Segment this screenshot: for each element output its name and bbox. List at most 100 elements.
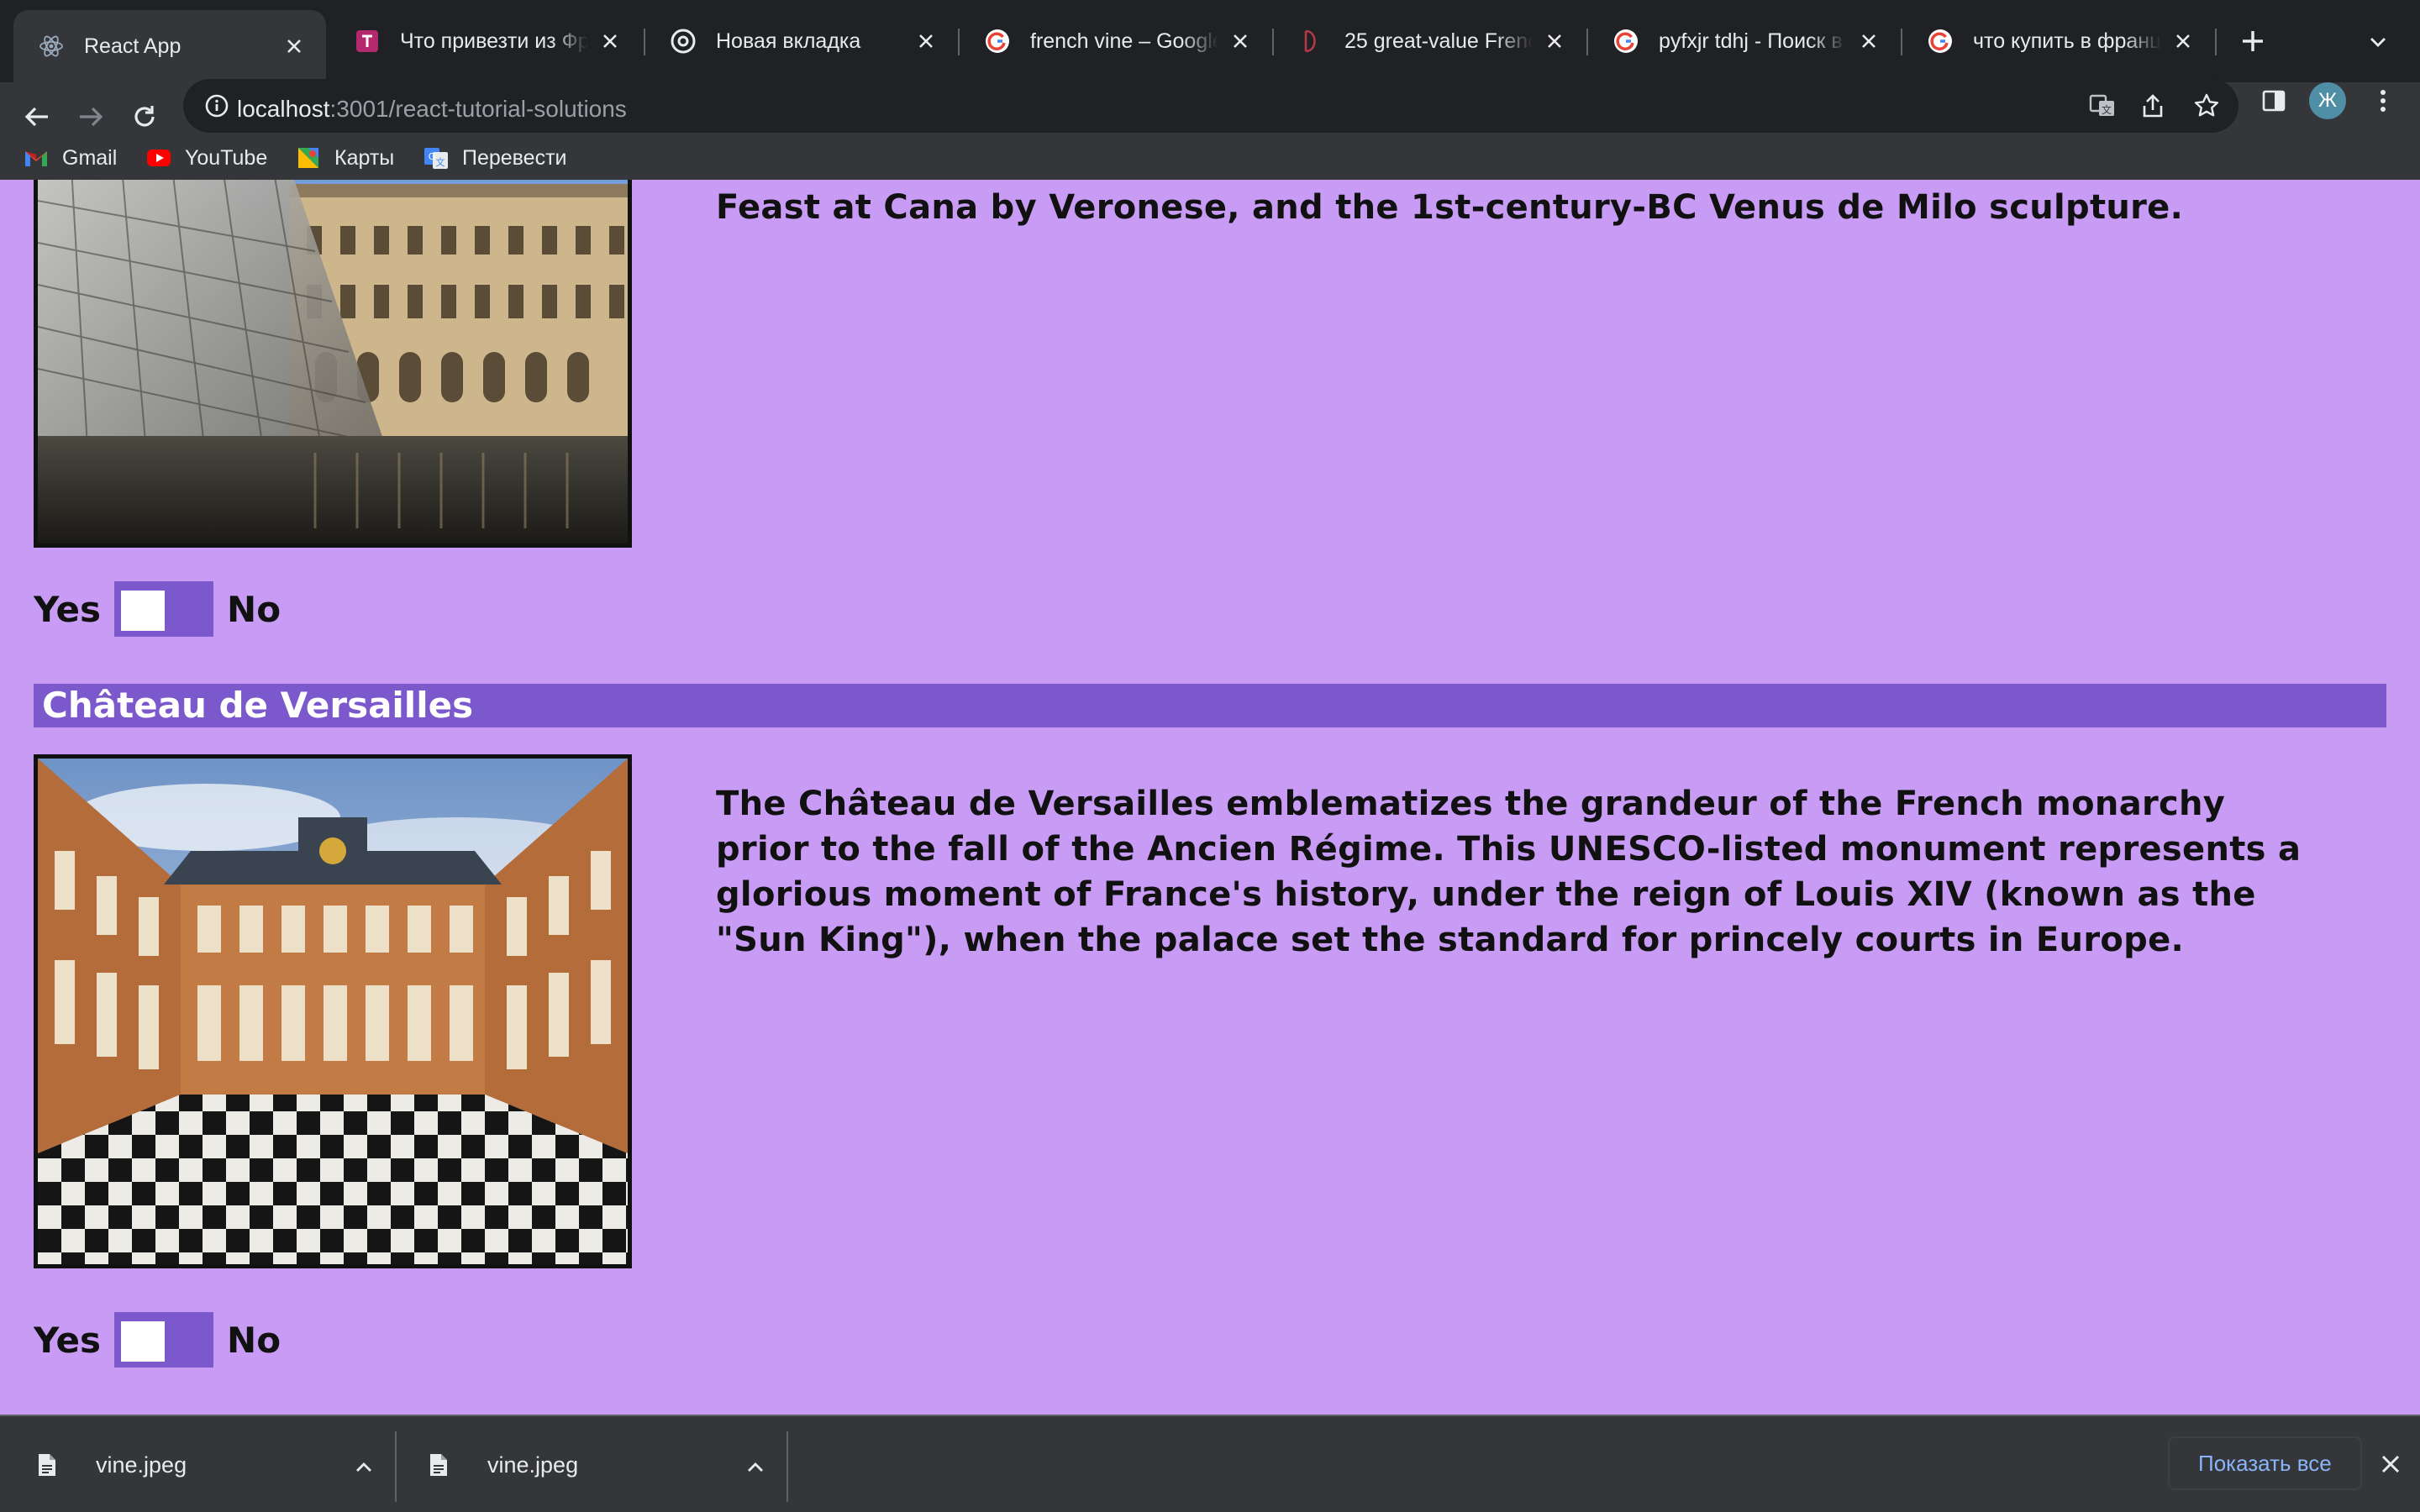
gmail-icon [24, 145, 49, 171]
bookmark-youtube[interactable]: YouTube [146, 143, 267, 173]
show-all-downloads-button[interactable]: Показать все [2168, 1436, 2362, 1490]
downloads-shelf: vine.jpeg vine.jpeg Показать все [0, 1415, 2420, 1512]
close-icon[interactable] [281, 33, 308, 60]
arrow-left-icon [24, 107, 48, 127]
chevron-up-icon[interactable] [355, 1452, 373, 1478]
kebab-menu-icon [2381, 90, 2386, 112]
browser-menu-button[interactable] [2365, 82, 2402, 119]
tab-title: Новая вкладка [716, 29, 861, 53]
chevron-up-icon[interactable] [746, 1452, 765, 1478]
tab-title: pyfxjr tdhj - Поиск в Google [1659, 29, 1847, 53]
versailles-photo [34, 754, 632, 1268]
side-panel-button[interactable] [2255, 82, 2292, 119]
tab-new-tab[interactable]: Новая вкладка [645, 12, 958, 71]
toggle-knob [121, 591, 166, 631]
tab-title: что купить в франции [1973, 29, 2161, 53]
arrow-right-icon [80, 107, 103, 127]
reload-button[interactable] [126, 98, 163, 135]
bookmark-label: Карты [334, 145, 395, 170]
bookmark-label: Gmail [62, 145, 118, 170]
url-text[interactable]: localhost:3001/react-tutorial-solutions [237, 82, 627, 136]
back-button[interactable] [18, 98, 55, 135]
page-content: Feast at Cana by Veronese, and the 1st-c… [0, 180, 2420, 1415]
tab-french-vine-search[interactable]: french vine – Google Поиск [960, 12, 1272, 71]
toggle-knob [121, 1321, 166, 1362]
close-icon[interactable] [913, 28, 939, 55]
download-item[interactable]: vine.jpeg [429, 1441, 765, 1488]
tab-search-button[interactable] [2365, 29, 2391, 55]
tab-react-app[interactable]: React App [13, 10, 326, 82]
bookmark-maps[interactable]: Карты [296, 143, 394, 173]
toggle-switch[interactable] [114, 581, 214, 637]
tab-what-to-buy-search[interactable]: что купить в франции [1902, 12, 2215, 71]
youtube-icon [146, 145, 171, 171]
bookmark-gmail[interactable]: Gmail [24, 143, 117, 173]
toggle-yes-label: Yes [34, 1319, 102, 1361]
svg-text:文: 文 [436, 156, 445, 168]
file-icon [37, 1450, 62, 1480]
toggle-no-label: No [227, 588, 281, 630]
tab-title: french vine – Google Поиск [1030, 29, 1218, 53]
tab-title: 25 great-value French wines [1344, 29, 1533, 53]
close-icon[interactable] [1855, 28, 1882, 55]
reload-icon [134, 106, 155, 127]
profile-initial: Ж [2317, 89, 2338, 112]
bookmarks-bar: Gmail YouTube Карты G文 Перевести [0, 136, 2420, 180]
download-separator [786, 1431, 788, 1502]
translate-icon: G文 [424, 145, 449, 171]
file-icon [429, 1450, 454, 1480]
tab-french-wines[interactable]: 25 great-value French wines [1274, 12, 1586, 71]
download-separator [395, 1431, 397, 1502]
site-icon [355, 29, 380, 54]
toggle-switch[interactable] [114, 1312, 214, 1368]
close-icon[interactable] [1541, 28, 1568, 55]
tab-france-souvenirs[interactable]: Что привезти из Франции [329, 12, 642, 71]
decanter-icon [1299, 29, 1324, 54]
section-title: Château de Versailles [42, 685, 474, 726]
bookmark-label: Перевести [462, 145, 567, 170]
download-item[interactable]: vine.jpeg [37, 1441, 373, 1488]
google-icon [1613, 29, 1639, 54]
close-icon[interactable] [2170, 28, 2196, 55]
versailles-heading: Château de Versailles [34, 684, 2386, 727]
url-path: :3001/react-tutorial-solutions [329, 96, 627, 122]
bookmark-translate[interactable]: G文 Перевести [424, 143, 567, 173]
louvre-visit-toggle: Yes No [34, 581, 281, 637]
close-icon[interactable] [1227, 28, 1254, 55]
tab-title: Что привезти из Франции [400, 29, 588, 53]
toggle-yes-label: Yes [34, 588, 102, 630]
tab-separator [2215, 29, 2217, 55]
google-icon [985, 29, 1010, 54]
versailles-description: The Château de Versailles emblematizes t… [716, 785, 2302, 959]
chrome-icon [671, 29, 696, 54]
toggle-no-label: No [227, 1319, 281, 1361]
browser-window: React App Что привезти из Франции Новая … [0, 0, 2420, 1512]
louvre-photo [34, 180, 632, 548]
download-filename: vine.jpeg [96, 1452, 187, 1478]
react-icon [39, 34, 64, 59]
profile-avatar[interactable]: Ж [2309, 82, 2346, 119]
bookmark-star-icon[interactable] [2188, 87, 2225, 124]
plus-icon [2243, 31, 2263, 51]
tab-strip: React App Что привезти из Франции Новая … [0, 0, 2420, 82]
maps-icon [296, 145, 321, 171]
site-info-icon[interactable] [198, 87, 235, 124]
url-host: localhost [237, 96, 330, 122]
close-icon[interactable] [597, 28, 623, 55]
versailles-visit-toggle: Yes No [34, 1312, 281, 1368]
svg-text:文: 文 [2102, 103, 2112, 116]
close-icon[interactable] [2376, 1450, 2405, 1478]
tab-title: React App [84, 34, 182, 58]
bookmark-label: YouTube [185, 145, 268, 170]
google-icon [1928, 29, 1953, 54]
new-tab-button[interactable] [2235, 24, 2270, 59]
forward-button[interactable] [72, 98, 109, 135]
svg-text:G: G [429, 151, 436, 162]
chevron-down-icon [2370, 38, 2386, 47]
translate-page-icon[interactable]: 文 [2084, 87, 2121, 124]
side-panel-icon [2262, 90, 2286, 112]
tab-pyfxjr-search[interactable]: pyfxjr tdhj - Поиск в Google [1588, 12, 1901, 71]
share-icon[interactable] [2134, 87, 2171, 124]
download-filename: vine.jpeg [487, 1452, 579, 1478]
louvre-description: Feast at Cana by Veronese, and the 1st-c… [716, 188, 2184, 227]
